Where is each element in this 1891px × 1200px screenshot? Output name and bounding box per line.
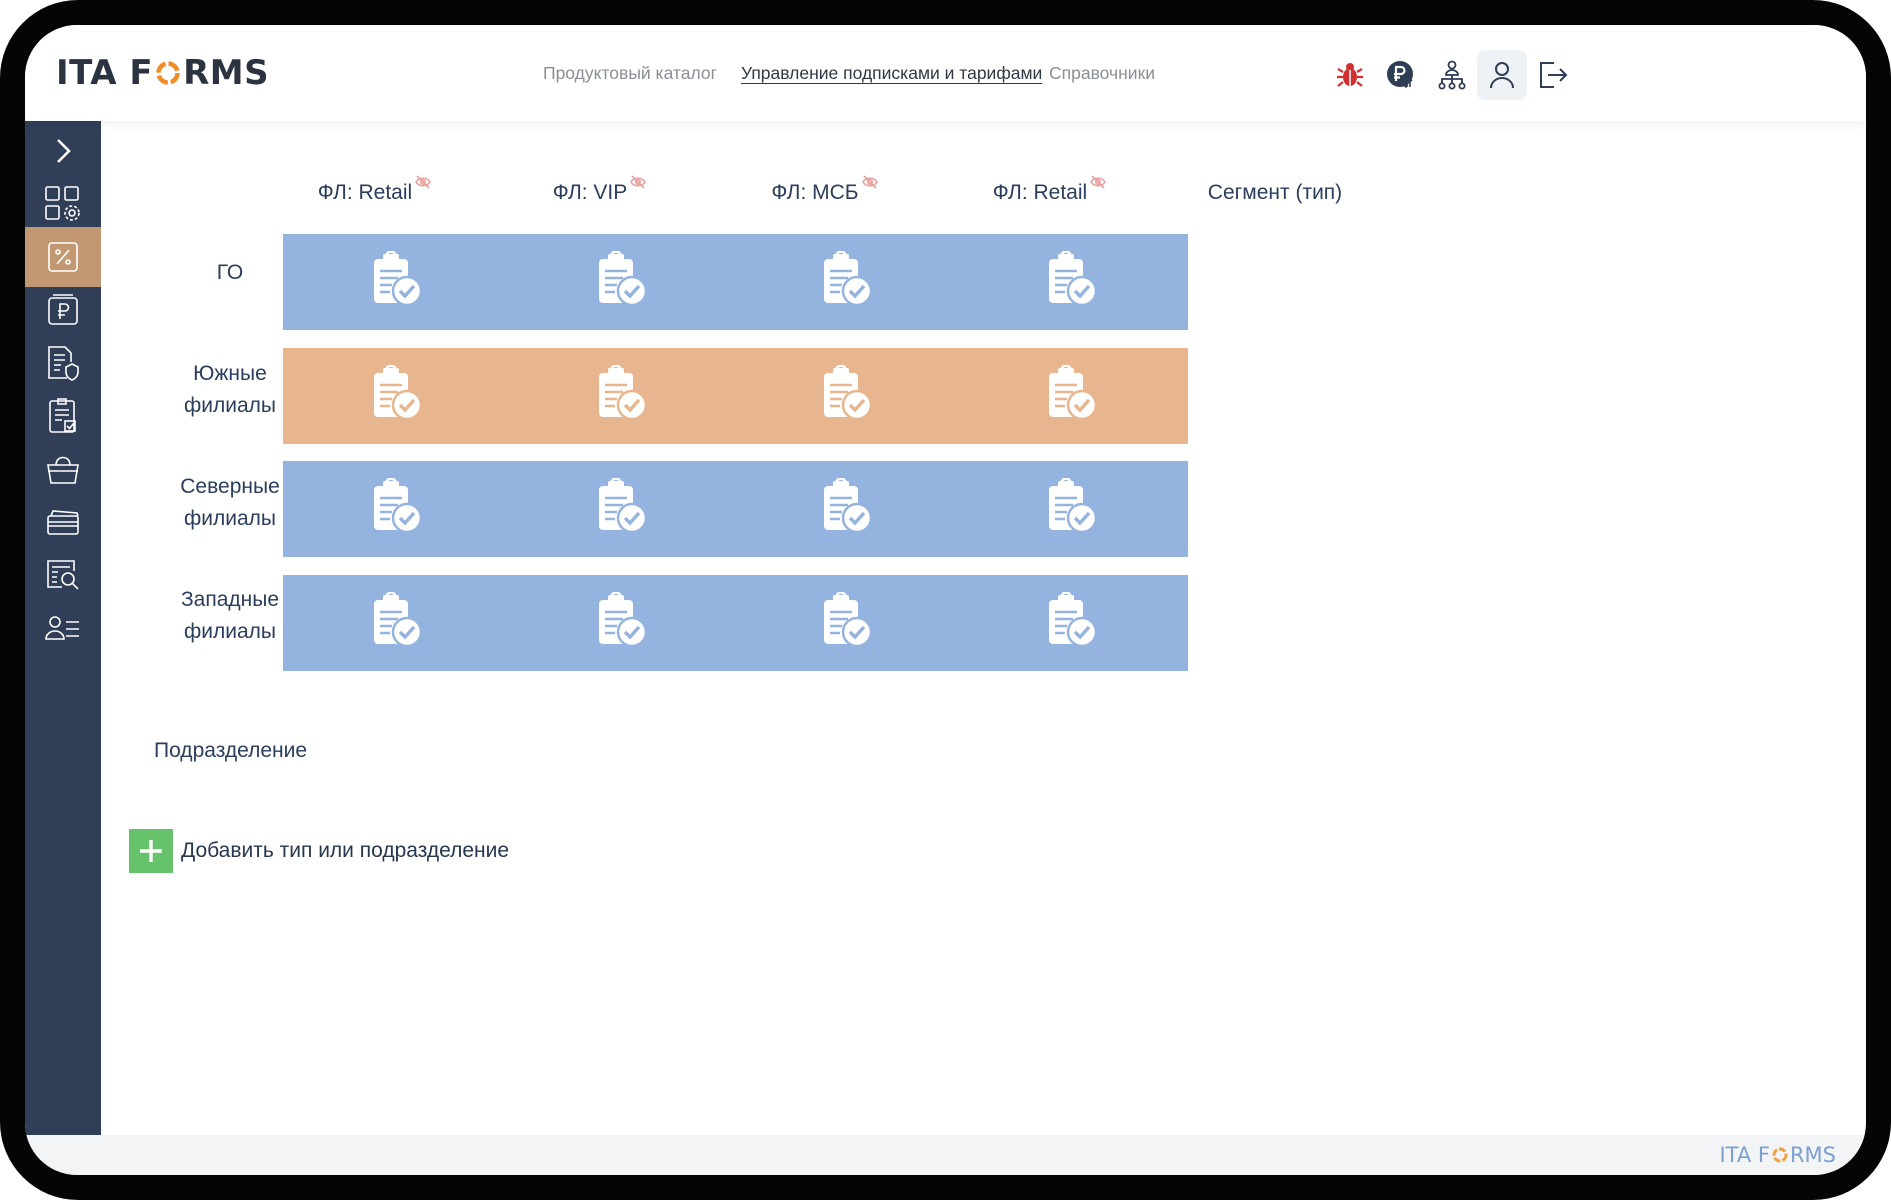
users-list-icon [45,616,79,640]
clipboard-check-icon [595,476,651,541]
top-header: ITA F RMS Продуктовый каталог Управление… [25,25,1866,121]
column-header-label: ФЛ: VIP [552,181,628,204]
sidebar-item-apps[interactable] [25,174,101,234]
footer-logo: ITA F RMS [1719,1143,1836,1167]
clipboard-check-icon [820,249,876,314]
tariff-tile[interactable] [283,348,513,444]
subdivision-label: Подразделение [154,739,308,762]
bug-icon [1337,63,1363,87]
column-header-label: ФЛ: Retail [317,181,413,204]
column-header-label: ФЛ: Retail [992,181,1088,204]
clipboard-check-icon [370,363,426,428]
tariff-tile[interactable] [958,575,1188,671]
column-header-label: ФЛ: МСБ [771,181,859,204]
eye-off-icon[interactable] [861,175,879,189]
tariff-tile[interactable] [958,461,1188,557]
column-header: ФЛ: Retail [930,175,1170,205]
sidebar-item-pricing[interactable] [25,280,101,340]
column-header-label: Сегмент (тип) [1207,181,1343,204]
tariff-tile[interactable] [508,234,738,330]
org-structure-icon [1438,60,1466,90]
sidebar-item-tariffs[interactable] [25,227,101,287]
clipboard-check-icon [1045,249,1101,314]
add-type-button[interactable] [129,829,173,873]
tariff-tile[interactable] [508,348,738,444]
column-header-segment-type: Сегмент (тип) [1155,181,1395,205]
app-screen: ITA F RMS Продуктовый каталог Управление… [25,25,1866,1175]
clipboard-check-icon [370,476,426,541]
sidebar [25,121,101,1175]
shopping-bag-icon [47,456,79,484]
eye-off-icon[interactable] [414,175,432,189]
add-type-label[interactable]: Добавить тип или подразделение [181,839,509,863]
sidebar-item-search[interactable] [25,545,101,605]
ruble-icon [48,294,78,325]
cards-icon [47,510,79,535]
clipboard-check-icon [820,590,876,655]
clipboard-check-icon [595,249,651,314]
nav-item-product-catalog[interactable]: Продуктовый каталог [543,63,717,84]
checklist-icon [49,398,76,433]
plus-icon [140,840,162,862]
chevron-right-icon [57,139,71,163]
tariff-tile[interactable] [508,575,738,671]
tariff-tile[interactable] [283,461,513,557]
clipboard-check-icon [1045,590,1101,655]
tariff-tile[interactable] [283,234,513,330]
profile-button[interactable] [1477,50,1527,100]
tariff-tile[interactable] [733,461,963,557]
currency-button[interactable] [1376,50,1426,100]
logout-button[interactable] [1528,50,1578,100]
footer-logo-prefix: ITA F [1719,1143,1770,1167]
tariff-tile[interactable] [958,234,1188,330]
tariff-tile[interactable] [283,575,513,671]
nav-item-directories[interactable]: Справочники [1049,63,1155,84]
logo-text-prefix: ITA F [56,53,154,93]
nav-item-subscriptions[interactable]: Управление подписками и тарифами [741,63,1042,84]
eye-off-icon[interactable] [1089,175,1107,189]
app-logo[interactable]: ITA F RMS [56,53,269,93]
column-header: ФЛ: Retail [255,175,495,205]
device-frame: ITA F RMS Продуктовый каталог Управление… [0,0,1891,1200]
document-shield-icon [48,346,79,381]
sidebar-item-cards[interactable] [25,492,101,552]
tariff-tile[interactable] [958,348,1188,444]
footer: ITA F RMS [25,1135,1866,1175]
tariff-tile[interactable] [733,234,963,330]
sidebar-item-checklists[interactable] [25,386,101,446]
logout-icon [1540,62,1568,88]
tariff-tile[interactable] [733,348,963,444]
user-icon [1490,62,1514,89]
sidebar-toggle[interactable] [25,121,101,181]
clipboard-check-icon [820,363,876,428]
sidebar-item-users[interactable] [25,598,101,658]
logo-text-suffix: RMS [183,53,270,93]
clipboard-check-icon [595,363,651,428]
sidebar-item-products[interactable] [25,439,101,499]
footer-logo-ring-icon [1772,1147,1788,1163]
clipboard-check-icon [370,249,426,314]
tariff-tile[interactable] [508,461,738,557]
ruble-exchange-icon [1387,61,1413,89]
column-header: ФЛ: МСБ [705,175,945,205]
column-header: ФЛ: VIP [480,175,720,205]
clipboard-check-icon [1045,363,1101,428]
percent-icon [48,242,78,272]
sidebar-item-documents[interactable] [25,333,101,393]
apps-settings-icon [45,186,80,221]
search-list-icon [47,560,79,590]
bug-report-button[interactable] [1325,50,1375,100]
org-structure-button[interactable] [1427,50,1477,100]
clipboard-check-icon [370,590,426,655]
clipboard-check-icon [1045,476,1101,541]
logo-ring-icon [156,61,180,85]
tariff-tile[interactable] [733,575,963,671]
clipboard-check-icon [595,590,651,655]
eye-off-icon[interactable] [629,175,647,189]
clipboard-check-icon [820,476,876,541]
footer-logo-suffix: RMS [1789,1143,1836,1167]
